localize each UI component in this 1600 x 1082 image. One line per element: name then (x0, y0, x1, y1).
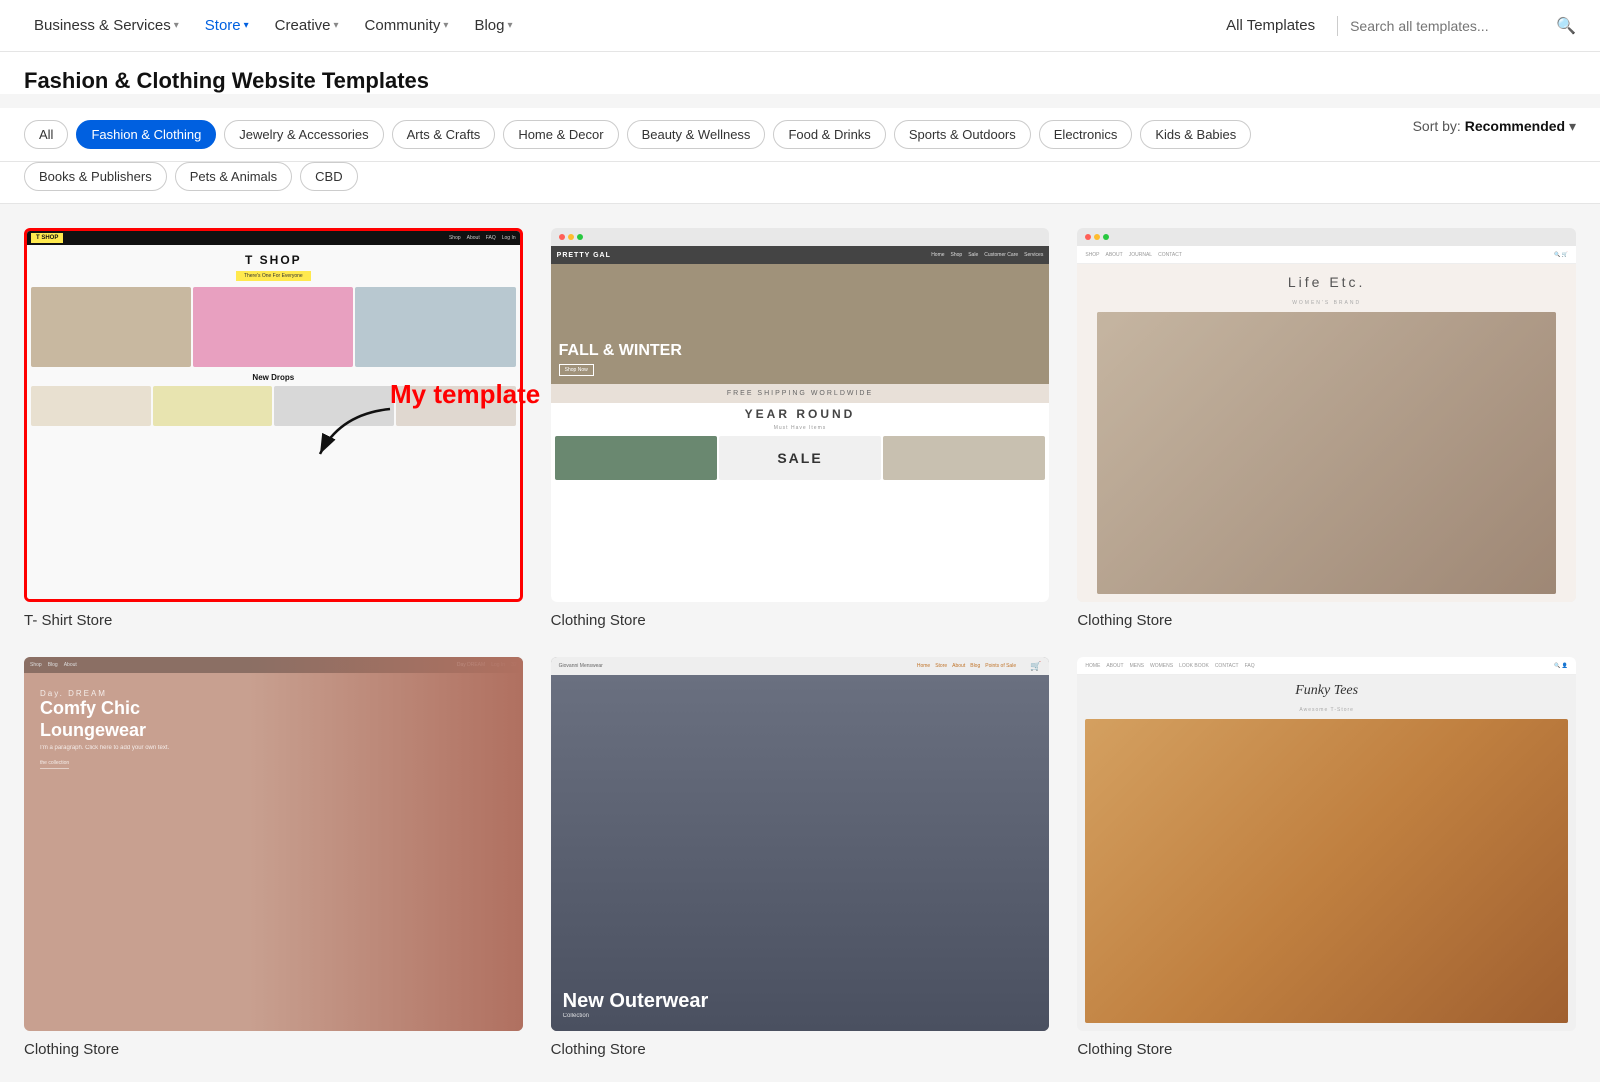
sort-row: Sort by: Recommended ▾ (1413, 118, 1576, 135)
clothing1-shop-btn[interactable]: Shop Now (559, 364, 594, 376)
clothing1-nav: PRETTY GAL HomeShopSaleCustomer CareServ… (551, 246, 1050, 264)
clothing1-hero: FALL & WINTER Shop Now (551, 264, 1050, 384)
search-area: 🔍 (1350, 16, 1576, 36)
tshirt-hero: T SHOP There's One For Everyone New Drop… (27, 245, 520, 599)
funky-hero-img (1085, 719, 1568, 1023)
nav-right: All Templates 🔍 (1216, 11, 1576, 40)
tshirt-store-title: T SHOP (245, 253, 302, 267)
nav-left: Business & Services ▾ Store ▾ Creative ▾… (24, 11, 523, 40)
filter-pets[interactable]: Pets & Animals (175, 162, 292, 191)
search-icon[interactable]: 🔍 (1556, 16, 1576, 36)
filter-jewelry[interactable]: Jewelry & Accessories (224, 120, 383, 149)
tshirt-nav: ShopAboutFAQLog In (449, 235, 516, 241)
loungewear-model-bg (248, 657, 522, 1031)
template-name-clothing2: Clothing Store (1077, 612, 1576, 629)
loungewear-cta: the collection (40, 760, 69, 769)
top-navigation: Business & Services ▾ Store ▾ Creative ▾… (0, 0, 1600, 52)
template-thumbnail-loungewear: Shop Blog About Day DREAM Log In 32 Day.… (24, 657, 523, 1031)
my-template-arrow (310, 404, 410, 464)
template-name-loungewear: Clothing Store (24, 1041, 523, 1058)
tshirt-new-drops: New Drops (252, 373, 294, 382)
tshirt-model-3 (355, 287, 515, 367)
template-card-tshirt[interactable]: T SHOP ShopAboutFAQLog In T SHOP There's… (24, 228, 523, 629)
template-name-menswear: Clothing Store (551, 1041, 1050, 1058)
nav-label-store: Store (205, 17, 241, 34)
tshirt-subtitle: There's One For Everyone (236, 271, 311, 281)
chevron-down-icon: ▾ (443, 20, 448, 31)
clothing1-shipping: FREE SHIPPING WORLDWIDE (551, 384, 1050, 403)
filter-sports[interactable]: Sports & Outdoors (894, 120, 1031, 149)
content-area: My template T SHOP ShopAboutFAQLog In (0, 204, 1600, 1082)
chevron-down-icon: ▾ (174, 20, 179, 31)
filter-home[interactable]: Home & Decor (503, 120, 618, 149)
clothing1-products: SALE (551, 433, 1050, 483)
funky-brand-title: Funky Tees (1077, 675, 1576, 707)
nav-divider (1337, 16, 1338, 36)
filter-food[interactable]: Food & Drinks (773, 120, 885, 149)
template-thumbnail-tshirt: T SHOP ShopAboutFAQLog In T SHOP There's… (24, 228, 523, 602)
clothing2-brand-title: Life Etc. (1077, 264, 1576, 300)
nav-item-blog[interactable]: Blog ▾ (464, 11, 522, 40)
filter-cbd[interactable]: CBD (300, 162, 357, 191)
template-grid: T SHOP ShopAboutFAQLog In T SHOP There's… (24, 228, 1576, 1058)
template-thumbnail-clothing1: PRETTY GAL HomeShopSaleCustomer CareServ… (551, 228, 1050, 602)
filter-tags-row1: All Fashion & Clothing Jewelry & Accesso… (0, 108, 1600, 162)
chevron-down-icon: ▾ (334, 20, 339, 31)
tshirt-model-2 (193, 287, 353, 367)
filter-tags-row2: Books & Publishers Pets & Animals CBD (0, 162, 1600, 204)
nav-label-business: Business & Services (34, 17, 171, 34)
nav-item-store[interactable]: Store ▾ (195, 11, 259, 40)
template-name-tshirt: T- Shirt Store (24, 612, 523, 629)
clothing2-hero-img (1097, 312, 1556, 594)
filter-arts[interactable]: Arts & Crafts (392, 120, 496, 149)
template-card-clothing2[interactable]: SHOPABOUTJOURNALCONTACT 🔍 🛒 Life Etc. WO… (1077, 228, 1576, 629)
tshirt-images (31, 287, 516, 367)
nav-label-community: Community (365, 17, 441, 34)
funky-tagline: Awesome T-Store (1077, 707, 1576, 713)
my-template-label: My template (390, 379, 540, 410)
template-card-clothing1[interactable]: PRETTY GAL HomeShopSaleCustomer CareServ… (551, 228, 1050, 629)
clothing2-tagline: WOMEN'S BRAND (1077, 300, 1576, 306)
page-title: Fashion & Clothing Website Templates (24, 68, 1576, 94)
clothing1-year-round: YEAR ROUND (551, 403, 1050, 425)
clothing1-must-have: Must Have Items (551, 425, 1050, 431)
template-thumbnail-menswear: Giovanni Menswear HomeStoreAboutBlogPoin… (551, 657, 1050, 1031)
nav-label-blog: Blog (474, 17, 504, 34)
nav-item-creative[interactable]: Creative ▾ (265, 11, 349, 40)
chevron-down-icon: ▾ (507, 20, 512, 31)
clothing2-nav: SHOPABOUTJOURNALCONTACT 🔍 🛒 (1077, 246, 1576, 264)
menswear-sub: Collection (563, 1013, 709, 1019)
menswear-nav: Giovanni Menswear HomeStoreAboutBlogPoin… (551, 657, 1050, 675)
template-card-menswear[interactable]: Giovanni Menswear HomeStoreAboutBlogPoin… (551, 657, 1050, 1058)
tshirt-model-1 (31, 287, 191, 367)
filter-beauty[interactable]: Beauty & Wellness (627, 120, 766, 149)
tshirt-logo: T SHOP (31, 233, 63, 243)
filter-kids[interactable]: Kids & Babies (1140, 120, 1251, 149)
template-card-funky[interactable]: HOMEABOUTMENSWOMENSLOOK BOOKCONTACTFAQ 🔍… (1077, 657, 1576, 1058)
filter-electronics[interactable]: Electronics (1039, 120, 1133, 149)
filter-books[interactable]: Books & Publishers (24, 162, 167, 191)
chevron-down-icon: ▾ (244, 20, 249, 31)
funky-nav: HOMEABOUTMENSWOMENSLOOK BOOKCONTACTFAQ 🔍… (1077, 657, 1576, 675)
menswear-headline: New Outerwear (563, 990, 709, 1013)
filter-fashion[interactable]: Fashion & Clothing (76, 120, 216, 149)
nav-label-creative: Creative (275, 17, 331, 34)
template-thumbnail-funky: HOMEABOUTMENSWOMENSLOOK BOOKCONTACTFAQ 🔍… (1077, 657, 1576, 1031)
menswear-hero: New Outerwear Collection (551, 675, 1050, 1031)
search-input[interactable] (1350, 18, 1550, 34)
nav-item-community[interactable]: Community ▾ (355, 11, 459, 40)
nav-item-business[interactable]: Business & Services ▾ (24, 11, 189, 40)
page-header: Fashion & Clothing Website Templates Sor… (0, 52, 1600, 94)
template-name-funky: Clothing Store (1077, 1041, 1576, 1058)
sort-value[interactable]: Recommended (1465, 118, 1565, 134)
template-thumbnail-clothing2: SHOPABOUTJOURNALCONTACT 🔍 🛒 Life Etc. WO… (1077, 228, 1576, 602)
template-name-clothing1: Clothing Store (551, 612, 1050, 629)
all-templates-link[interactable]: All Templates (1216, 11, 1325, 40)
template-card-loungewear[interactable]: Shop Blog About Day DREAM Log In 32 Day.… (24, 657, 523, 1058)
sort-label: Sort by: (1413, 118, 1461, 134)
clothing1-title: FALL & WINTER (559, 342, 682, 360)
filter-all[interactable]: All (24, 120, 68, 149)
